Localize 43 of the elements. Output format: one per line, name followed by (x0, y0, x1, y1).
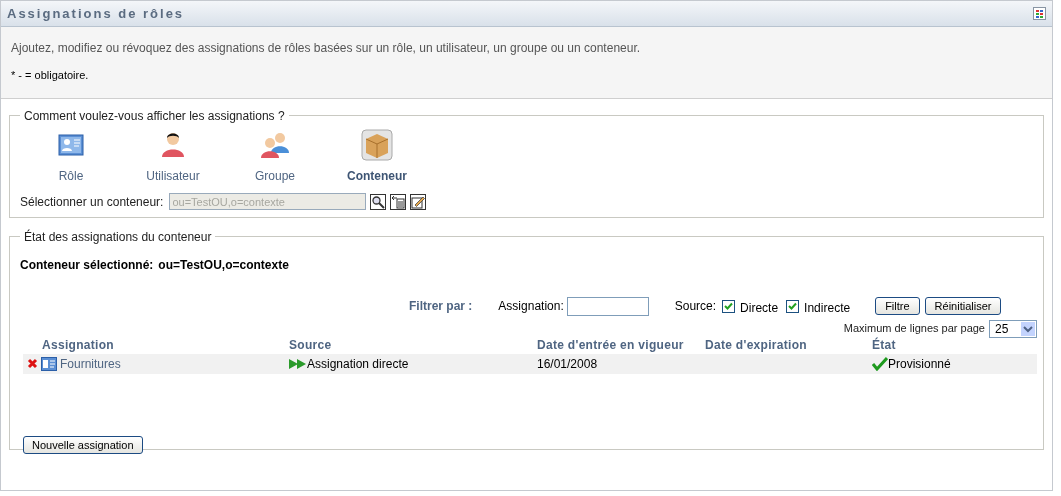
source-label: Source: (674, 298, 717, 315)
table-cell-text: 16/01/2008 (537, 355, 598, 373)
filter-button[interactable]: Filtre (875, 297, 920, 315)
delete-icon[interactable] (27, 358, 38, 369)
role-card-icon (41, 356, 57, 371)
checkbox[interactable] (722, 299, 736, 313)
assignment-filter-field[interactable] (566, 296, 649, 316)
filter-title: Filtrer par : (409, 298, 473, 315)
column-header: Date d'entrée en vigueur (537, 336, 685, 354)
table-cell-text: Assignation directe (307, 355, 409, 373)
view-option[interactable]: Rôle (58, 166, 84, 185)
required-note: * - = obligatoire. (11, 68, 90, 83)
section-legend: Comment voulez-vous afficher les assignations ? (20, 106, 289, 125)
new-assignment-button[interactable]: Nouvelle assignation (23, 435, 143, 454)
edit-icon[interactable] (410, 193, 427, 210)
view-option[interactable]: Utilisateur (146, 166, 200, 185)
search-icon[interactable] (370, 193, 387, 210)
check-icon (872, 356, 888, 371)
page-size-select[interactable]: 25 (989, 319, 1037, 338)
box-icon[interactable] (361, 128, 393, 161)
checkbox-label: Directe (740, 299, 779, 317)
grid-icon[interactable] (1033, 7, 1046, 20)
column-header: Source (289, 336, 333, 354)
selected-container-value: ou=TestOU,o=contexte (158, 256, 289, 274)
assignment-filter-label: Assignation: (498, 298, 564, 315)
double-arrow-icon (289, 358, 307, 369)
history-list-icon[interactable] (390, 193, 407, 210)
view-option[interactable]: Groupe (255, 166, 295, 185)
filter-button[interactable]: Réinitialiser (924, 297, 1002, 315)
table-cell-text: Provisionné (888, 355, 951, 373)
view-option[interactable]: Conteneur (347, 166, 407, 185)
panel-title: Assignations de rôles (7, 4, 185, 23)
section-legend: État des assignations du conteneur (20, 227, 216, 246)
column-header: Assignation (41, 336, 115, 354)
description-text: Ajoutez, modifiez ou révoquez des assignations de rôles basées sur un rôle, un utilisateur, un groupe ou un conteneur. (11, 40, 642, 57)
column-header: Date d'expiration (705, 336, 808, 354)
assignment-link[interactable]: Fournitures (60, 354, 121, 373)
checkbox-label: Indirecte (804, 299, 851, 317)
container-label: Sélectionner un conteneur: (20, 193, 164, 211)
column-header: État (872, 336, 897, 354)
checkbox[interactable] (786, 299, 800, 313)
selected-container-label: Conteneur sélectionné: (20, 256, 154, 274)
page-size-label: Maximum de lignes par page (843, 321, 985, 337)
